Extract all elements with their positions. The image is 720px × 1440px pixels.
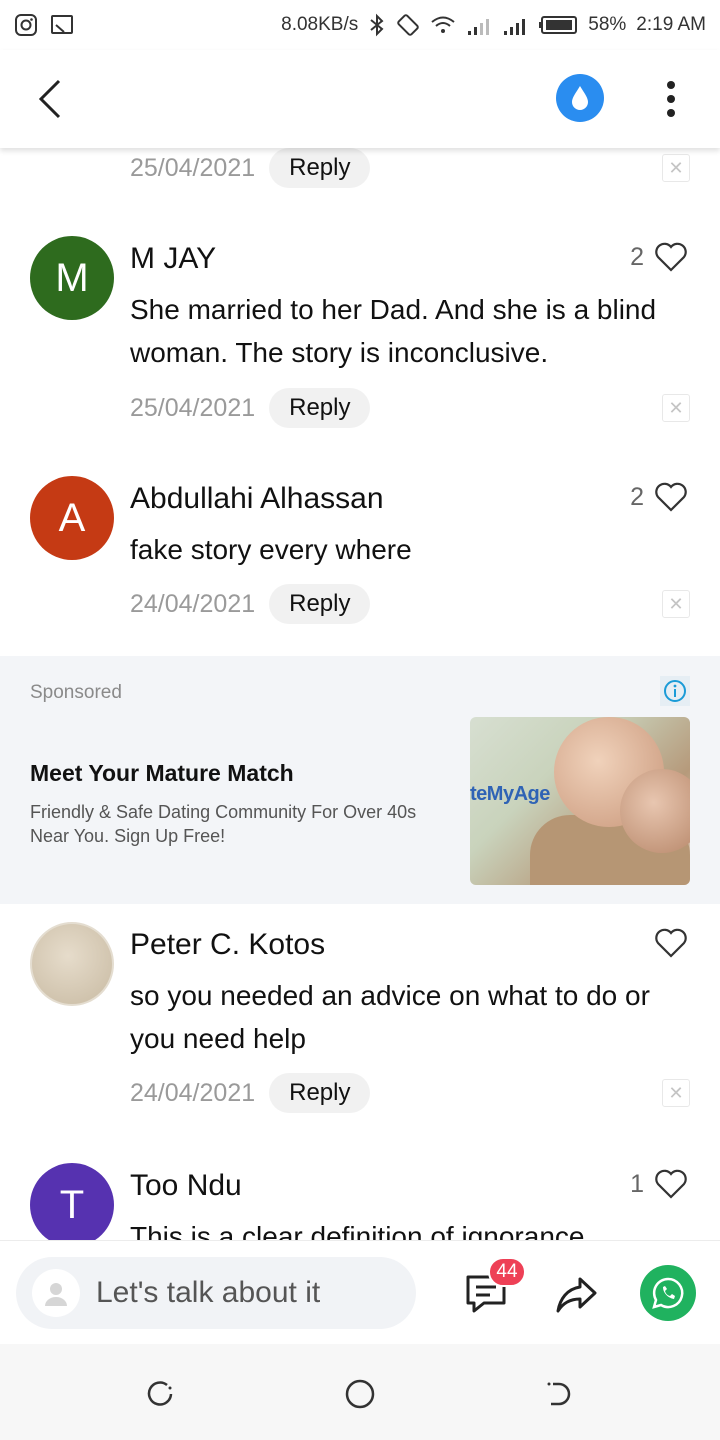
like-control[interactable]: 2 [630,482,688,512]
like-count: 2 [630,242,644,271]
bluetooth-icon [368,13,386,37]
like-control[interactable]: 2 [630,242,688,272]
back-nav-icon [547,1382,571,1406]
share-arrow-icon [556,1277,597,1313]
comment-date: 24/04/2021 [130,589,256,618]
more-vertical-icon [667,81,675,117]
rotation-lock-icon [396,13,420,37]
comment-text: She married to her Dad. And she is a bli… [130,294,657,368]
like-control[interactable] [644,928,688,958]
comment-date: 25/04/2021 [130,393,256,422]
whatsapp-share-button[interactable] [640,1265,696,1321]
signal-icon-1 [466,13,492,37]
recents-icon [147,1381,173,1406]
comment-date: 24/04/2021 [130,1078,256,1107]
network-speed: 8.08KB/s [281,14,359,35]
back-button[interactable] [28,74,72,124]
comment-meta: 25/04/2021 Reply [130,388,371,428]
system-nav-bar [0,1344,720,1440]
avatar[interactable]: A [30,476,114,560]
heart-icon [655,242,687,272]
comment-author[interactable]: Too Ndu [130,1169,242,1203]
share-button[interactable] [552,1271,600,1319]
bottom-action-bar: Let's talk about it 44 [0,1240,720,1344]
status-bar: 8.08KB/s 58% 2:19 AM [0,0,720,50]
wifi-icon [430,14,456,36]
cast-icon [50,13,74,37]
comment-meta: 24/04/2021 Reply [130,584,371,624]
close-icon[interactable]: ✕ [662,394,690,422]
like-control[interactable]: 1 [630,1169,688,1199]
comment-text: This is a clear definition of ignorance [130,1221,585,1240]
recents-button[interactable] [140,1374,180,1414]
user-avatar-icon [32,1269,80,1317]
avatar[interactable]: T [30,1163,114,1240]
reply-button[interactable]: Reply [269,584,371,624]
comment-meta: 24/04/2021 Reply [130,1073,371,1113]
like-count: 1 [630,1169,644,1198]
comments-list: 25/04/2021 Reply ✕ M M JAY 2 She married… [0,148,720,1240]
avatar[interactable]: M [30,236,114,320]
ad-title[interactable]: Meet Your Mature Match [30,760,294,787]
chevron-left-icon [38,79,61,119]
heart-icon [655,1169,687,1199]
reply-button[interactable]: Reply [269,148,371,188]
clock: 2:19 AM [636,14,706,35]
app-bar [0,50,720,148]
home-button[interactable] [340,1374,380,1414]
back-nav-button[interactable] [538,1374,578,1414]
comment-author[interactable]: Abdullahi Alhassan [130,482,384,516]
avatar[interactable] [30,922,114,1006]
instagram-icon [14,13,38,37]
close-icon[interactable]: ✕ [662,590,690,618]
close-icon[interactable]: ✕ [662,1079,690,1107]
info-icon [664,680,686,702]
reply-button[interactable]: Reply [269,1073,371,1113]
sponsored-label: Sponsored [30,682,122,703]
ad-info-button[interactable] [660,676,690,706]
comment-text: so you needed an advice on what to do or… [130,980,650,1054]
comment-count-badge: 44 [488,1257,526,1287]
comment-author[interactable]: M JAY [130,242,216,276]
ad-description: Friendly & Safe Dating Community For Ove… [30,802,417,846]
ad-brand-text: teMyAge [470,783,550,805]
like-count: 2 [630,482,644,511]
home-circle-icon [345,1379,375,1409]
comment-text: fake story every where [130,534,412,565]
heart-icon [655,482,687,512]
reply-button[interactable]: Reply [269,388,371,428]
whatsapp-icon [652,1277,684,1309]
comment-date: 25/04/2021 [130,153,256,182]
water-drop-button[interactable] [556,74,604,122]
comment-input[interactable]: Let's talk about it [16,1257,416,1329]
water-drop-icon [572,86,588,110]
heart-icon [655,928,687,958]
comment-input-placeholder: Let's talk about it [96,1276,321,1309]
battery-level: 58% [588,14,627,35]
sponsored-ad[interactable]: Sponsored Meet Your Mature Match Friendl… [0,656,720,904]
comment-author[interactable]: Peter C. Kotos [130,928,325,962]
close-icon[interactable]: ✕ [662,154,690,182]
comment-meta: 25/04/2021 Reply [130,148,371,188]
battery-icon [538,15,578,35]
more-options-button[interactable] [656,74,686,124]
signal-icon-2 [502,13,528,37]
ad-image[interactable]: teMyAge [470,717,690,885]
